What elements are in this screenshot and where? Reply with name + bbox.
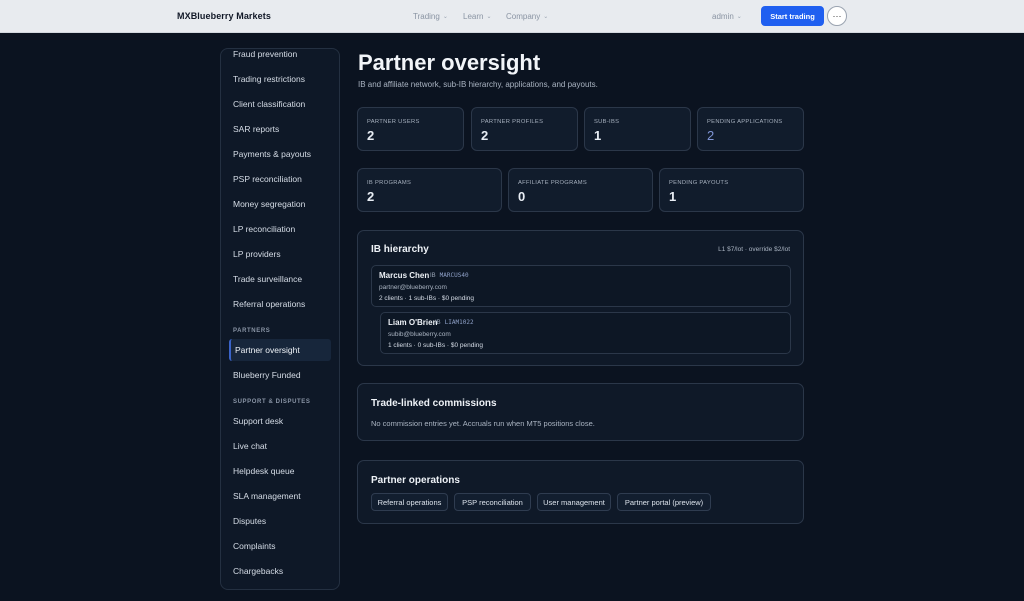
- top-bar: MXBlueberry Markets Trading ⌄ Learn ⌄ Co…: [0, 0, 1024, 33]
- stat-card-partner-users: PARTNER USERS 2: [357, 107, 464, 151]
- ib-node-email: subib@blueberry.com: [388, 331, 451, 338]
- chevron-down-icon: ⌄: [486, 14, 492, 20]
- nav-company[interactable]: Company ⌄: [506, 12, 548, 21]
- stat-card-partner-profiles: PARTNER PROFILES 2: [471, 107, 578, 151]
- sidebar-item-trade-surveillance[interactable]: Trade surveillance: [233, 274, 302, 284]
- commissions-empty-note: No commission entries yet. Accruals run …: [371, 419, 595, 428]
- chevron-down-icon: ⌄: [442, 14, 448, 20]
- chevron-down-icon: ⌄: [736, 14, 742, 20]
- ib-node-meta: 2 clients · 1 sub-IBs · $0 pending: [379, 295, 475, 302]
- sidebar-item-client-classification[interactable]: Client classification: [233, 99, 305, 109]
- ib-node-prefix: IB: [435, 320, 441, 326]
- sidebar-item-support-desk[interactable]: Support desk: [233, 416, 283, 426]
- ib-node-meta: 1 clients · 0 sub-IBs · $0 pending: [388, 342, 484, 349]
- user-menu[interactable]: admin ⌄: [712, 12, 742, 21]
- sidebar-item-blueberry-funded[interactable]: Blueberry Funded: [233, 370, 301, 380]
- stat-card-pending-applications[interactable]: PENDING APPLICATIONS 2: [697, 107, 804, 151]
- ib-node-email: partner@blueberry.com: [379, 284, 447, 291]
- stat-value: 2: [367, 128, 375, 143]
- more-menu-button[interactable]: ···: [827, 6, 847, 26]
- sidebar-item-fraud-prevention[interactable]: Fraud prevention: [233, 49, 297, 59]
- sidebar-item-helpdesk-queue[interactable]: Helpdesk queue: [233, 466, 294, 476]
- brand-logo[interactable]: MXBlueberry Markets: [177, 11, 271, 21]
- stat-label: PENDING APPLICATIONS: [707, 119, 783, 125]
- ib-commission-rate: L1 $7/lot · override $2/lot: [718, 246, 790, 253]
- ib-node-code-value: LIAM1022: [444, 319, 474, 326]
- sidebar-section-partners: PARTNERS: [233, 328, 271, 334]
- stat-label: PARTNER PROFILES: [481, 119, 544, 125]
- ib-node-name: Marcus Chen: [379, 271, 430, 280]
- stat-card-pending-payouts: PENDING PAYOUTS 1: [659, 168, 804, 212]
- ib-hierarchy-panel: IB hierarchy L1 $7/lot · override $2/lot…: [357, 230, 804, 366]
- user-menu-label: admin: [712, 12, 734, 21]
- link-user-management[interactable]: User management: [537, 493, 611, 511]
- chevron-down-icon: ⌄: [543, 14, 549, 20]
- page-title: Partner oversight: [358, 50, 541, 75]
- stat-label: PARTNER USERS: [367, 119, 420, 125]
- nav-trading[interactable]: Trading ⌄: [413, 12, 448, 21]
- nav-company-label: Company: [506, 12, 541, 21]
- link-partner-portal-preview[interactable]: Partner portal (preview): [617, 493, 711, 511]
- sidebar-item-partner-oversight[interactable]: Partner oversight: [235, 345, 300, 355]
- nav-learn[interactable]: Learn ⌄: [463, 12, 492, 21]
- start-trading-button[interactable]: Start trading: [761, 6, 824, 26]
- sidebar-item-disputes[interactable]: Disputes: [233, 516, 266, 526]
- sidebar-item-complaints[interactable]: Complaints: [233, 541, 276, 551]
- nav-trading-label: Trading: [413, 12, 440, 21]
- sidebar-item-psp-reconciliation[interactable]: PSP reconciliation: [233, 174, 302, 184]
- link-referral-operations[interactable]: Referral operations: [371, 493, 448, 511]
- sidebar-section-support: SUPPORT & DISPUTES: [233, 399, 311, 405]
- stat-value: 2: [367, 189, 375, 204]
- stat-value: 0: [518, 189, 526, 204]
- ib-node-prefix: IB: [430, 273, 436, 279]
- sidebar-item-referral-operations[interactable]: Referral operations: [233, 299, 305, 309]
- stat-value: 1: [594, 128, 602, 143]
- sidebar: Fraud prevention Trading restrictions Cl…: [220, 48, 340, 590]
- stat-label: PENDING PAYOUTS: [669, 180, 729, 186]
- partner-operations-title: Partner operations: [371, 475, 460, 486]
- stat-card-affiliate-programs: AFFILIATE PROGRAMS 0: [508, 168, 653, 212]
- sidebar-item-live-chat[interactable]: Live chat: [233, 441, 267, 451]
- stat-label: AFFILIATE PROGRAMS: [518, 180, 588, 186]
- sidebar-item-sar-reports[interactable]: SAR reports: [233, 124, 279, 134]
- ib-node-card-sub[interactable]: Liam O'Brien IB LIAM1022 subib@blueberry.…: [380, 312, 791, 354]
- stat-value: 2: [707, 128, 715, 143]
- sidebar-item-lp-providers[interactable]: LP providers: [233, 249, 281, 259]
- sidebar-item-trading-restrictions[interactable]: Trading restrictions: [233, 74, 305, 84]
- stat-card-sub-ibs: SUB-IBS 1: [584, 107, 691, 151]
- ib-node-code: IB MARCUS40: [430, 272, 469, 279]
- sidebar-item-payments-payouts[interactable]: Payments & payouts: [233, 149, 311, 159]
- page-subtitle: IB and affiliate network, sub-IB hierarc…: [358, 80, 598, 89]
- stat-label: SUB-IBS: [594, 119, 620, 125]
- sidebar-item-lp-reconciliation[interactable]: LP reconciliation: [233, 224, 295, 234]
- ib-node-code-value: MARCUS40: [439, 272, 469, 279]
- stat-card-ib-programs: IB PROGRAMS 2: [357, 168, 502, 212]
- ib-hierarchy-title: IB hierarchy: [371, 244, 429, 255]
- sidebar-item-sla-management[interactable]: SLA management: [233, 491, 301, 501]
- commissions-title: Trade-linked commissions: [371, 398, 497, 409]
- link-psp-reconciliation[interactable]: PSP reconciliation: [454, 493, 531, 511]
- ib-node-code: IB LIAM1022: [435, 319, 474, 326]
- sidebar-item-money-segregation[interactable]: Money segregation: [233, 199, 305, 209]
- stat-label: IB PROGRAMS: [367, 180, 412, 186]
- commissions-panel: Trade-linked commissions No commission e…: [357, 383, 804, 441]
- ib-node-name: Liam O'Brien: [388, 318, 438, 327]
- stat-value: 2: [481, 128, 489, 143]
- sidebar-item-chargebacks[interactable]: Chargebacks: [233, 566, 283, 576]
- ib-node-card[interactable]: Marcus Chen IB MARCUS40 partner@blueberry…: [371, 265, 791, 307]
- stat-value: 1: [669, 189, 677, 204]
- more-icon: ···: [832, 10, 842, 21]
- nav-learn-label: Learn: [463, 12, 484, 21]
- partner-operations-panel: Partner operations Referral operations P…: [357, 460, 804, 524]
